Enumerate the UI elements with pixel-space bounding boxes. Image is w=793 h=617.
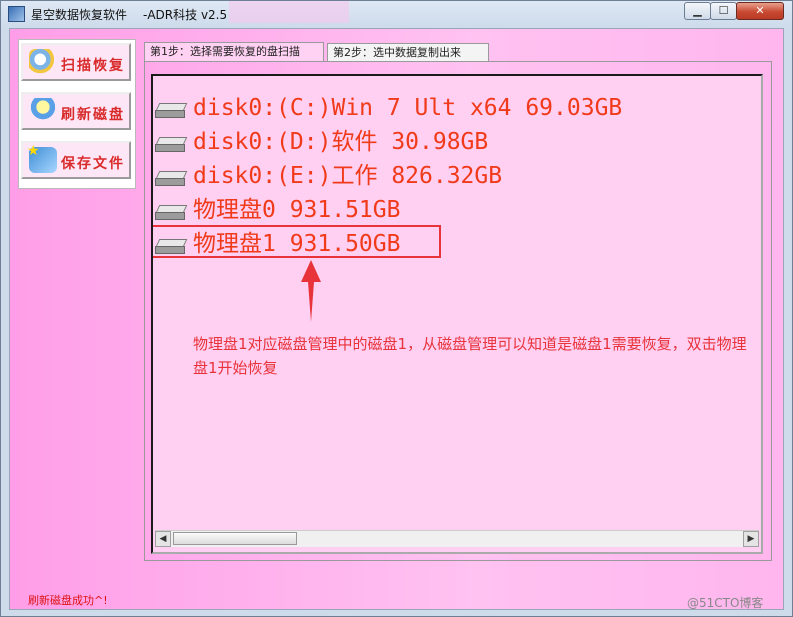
watermark: @51CTO博客: [687, 596, 764, 610]
title-decoration: [229, 1, 349, 23]
disk-list[interactable]: disk0:(C:)Win 7 Ult x64 69.03GB disk0:(D…: [151, 74, 763, 554]
scroll-left-arrow-icon[interactable]: ◀: [155, 531, 171, 547]
window-title: 星空数据恢复软件 -ADR科技 v2.5: [31, 6, 227, 23]
hard-disk-icon: [154, 137, 188, 152]
hard-disk-icon: [154, 103, 188, 118]
app-name: 星空数据恢复软件: [31, 8, 128, 22]
annotation-note: 物理盘1对应磁盘管理中的磁盘1，从磁盘管理可以知道是磁盘1需要恢复，双击物理盘1…: [193, 335, 747, 377]
app-version: -ADR科技 v2.5: [143, 8, 228, 22]
scan-magnifier-icon: [29, 49, 57, 75]
status-text: 刷新磁盘成功^!: [28, 594, 108, 607]
highlight-box: [153, 225, 441, 258]
refresh-disk-button[interactable]: 刷新磁盘: [21, 92, 131, 130]
minimize-button[interactable]: ▁: [684, 2, 711, 20]
close-button[interactable]: ✕: [736, 2, 784, 20]
scan-recover-label: 扫描恢复: [61, 58, 125, 74]
disk-label: disk0:(C:)Win 7 Ult x64 69.03GB: [193, 95, 623, 121]
disk-label: disk0:(E:)工作 826.32GB: [193, 163, 503, 189]
refresh-disk-label: 刷新磁盘: [61, 107, 125, 123]
save-file-label: 保存文件: [61, 156, 125, 172]
client-area: 扫描恢复 刷新磁盘 保存文件 第1步：选择需要恢复的盘扫描 第2步：选中数据复制…: [9, 28, 784, 610]
disk-label: disk0:(D:)软件 30.98GB: [193, 129, 489, 155]
tab-step-1[interactable]: 第1步：选择需要恢复的盘扫描: [144, 42, 324, 61]
app-window: 星空数据恢复软件 -ADR科技 v2.5 ▁ ☐ ✕ 扫描恢复 刷新磁盘 保存文件…: [0, 0, 793, 617]
scan-recover-button[interactable]: 扫描恢复: [21, 43, 131, 81]
tool-panel: 扫描恢复 刷新磁盘 保存文件: [18, 39, 136, 189]
annotation-arrow-icon: [301, 260, 321, 322]
maximize-button[interactable]: ☐: [710, 2, 737, 20]
scroll-right-arrow-icon[interactable]: ▶: [743, 531, 759, 547]
horizontal-scrollbar[interactable]: ◀ ▶: [155, 530, 759, 547]
title-bar[interactable]: 星空数据恢复软件 -ADR科技 v2.5 ▁ ☐ ✕: [1, 1, 792, 27]
scroll-thumb[interactable]: [173, 532, 297, 545]
save-file-button[interactable]: 保存文件: [21, 141, 131, 179]
hard-disk-icon: [154, 205, 188, 220]
tab-step-2[interactable]: 第2步：选中数据复制出来: [327, 43, 489, 61]
disk-label: 物理盘0 931.51GB: [193, 197, 401, 223]
refresh-disk-icon: [29, 98, 57, 124]
app-icon: [8, 6, 25, 22]
hard-disk-icon: [154, 171, 188, 186]
save-file-icon: [27, 143, 57, 173]
tab-panel: disk0:(C:)Win 7 Ult x64 69.03GB disk0:(D…: [144, 61, 772, 561]
